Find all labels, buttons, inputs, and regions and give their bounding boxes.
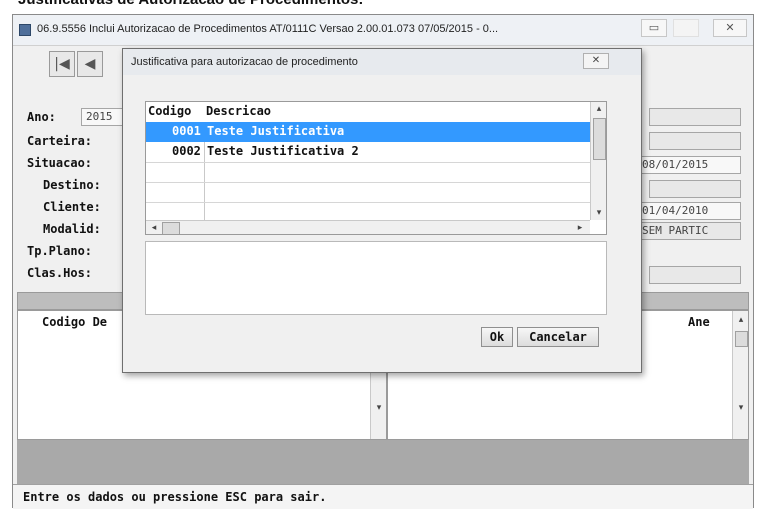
scroll-down-icon[interactable]: ▾ (733, 401, 749, 415)
label-ano: Ano: (27, 110, 56, 124)
cancel-button[interactable]: Cancelar (517, 327, 599, 347)
app-icon (19, 24, 31, 36)
table-row[interactable]: 0002 Teste Justificativa 2 (146, 142, 590, 162)
row-divider (146, 182, 590, 183)
first-record-button[interactable]: |◀ (49, 51, 75, 77)
window-title: 06.9.5556 Inclui Autorizacao de Procedim… (37, 23, 499, 35)
right-field-top[interactable] (649, 108, 741, 126)
lower-gray-panel (17, 440, 749, 484)
scroll-down-icon[interactable]: ▾ (591, 206, 606, 220)
previous-record-button[interactable]: ◀ (77, 51, 103, 77)
column-header-descricao: Descricao (206, 104, 272, 118)
row-divider (146, 202, 590, 203)
scroll-right-icon[interactable]: ▸ (572, 221, 588, 234)
label-modalid: Modalid: (43, 222, 101, 236)
column-header-codigo: Codigo (148, 104, 192, 118)
label-destino: Destino: (43, 178, 101, 192)
label-carteira: Carteira: (27, 134, 93, 148)
situacao-date-field[interactable]: 08/01/2015 (637, 156, 741, 174)
scroll-down-icon[interactable]: ▾ (371, 401, 387, 415)
column-divider (204, 142, 205, 220)
right-field-destino[interactable] (649, 180, 741, 198)
justificativa-memo[interactable] (145, 241, 607, 315)
minimize-button[interactable]: ▭ (641, 19, 667, 37)
scroll-thumb-horizontal[interactable] (162, 222, 180, 234)
scroll-left-icon[interactable]: ◂ (146, 221, 162, 234)
row-codigo: 0002 (172, 144, 201, 158)
right-field-carteira[interactable] (649, 132, 741, 150)
table-row[interactable]: 0001 Teste Justificativa (146, 122, 590, 142)
row-divider (146, 162, 590, 163)
label-situacao: Situacao: (27, 156, 93, 170)
label-clas-hos: Clas.Hos: (27, 266, 93, 280)
label-cliente: Cliente: (43, 200, 101, 214)
right-field-clas-hos[interactable] (649, 266, 741, 284)
row-descricao: Teste Justificativa (207, 124, 345, 138)
scroll-up-icon[interactable]: ▴ (733, 313, 749, 327)
row-descricao: Teste Justificativa 2 (207, 144, 359, 158)
page-caption: Justificativas de Autorizacao de Procedi… (0, 0, 758, 9)
status-text: Entre os dados ou pressione ESC para sai… (23, 490, 327, 504)
dialog-close-button[interactable]: ✕ (583, 53, 609, 69)
lower-right-scrollbar[interactable]: ▴ ▾ (732, 311, 748, 439)
label-tp-plano: Tp.Plano: (27, 244, 93, 258)
dialog-title: Justificativa para autorizacao de proced… (131, 56, 358, 68)
status-bar: Entre os dados ou pressione ESC para sai… (13, 484, 753, 509)
modalid-field[interactable]: SEM PARTIC (637, 222, 741, 240)
dialog-title-bar: Justificativa para autorizacao de proced… (123, 49, 641, 75)
grid-vertical-scrollbar[interactable]: ▴ ▾ (590, 102, 606, 220)
lower-grid-header-ane: Ane (688, 315, 710, 329)
close-button[interactable]: ✕ (713, 19, 747, 37)
title-bar: 06.9.5556 Inclui Autorizacao de Procedim… (13, 15, 753, 46)
ano-field[interactable]: 2015 (81, 108, 127, 126)
scroll-up-icon[interactable]: ▴ (591, 102, 606, 116)
justificativa-dialog: Justificativa para autorizacao de proced… (122, 48, 642, 373)
scroll-thumb[interactable] (735, 331, 748, 347)
justificativa-grid[interactable]: Codigo Descricao 0001 Teste Justificativ… (145, 101, 607, 235)
lower-grid-header-codigo: Codigo De (42, 315, 108, 329)
grid-horizontal-scrollbar[interactable]: ◂ ▸ (146, 220, 590, 234)
scroll-thumb[interactable] (593, 118, 606, 160)
maximize-button[interactable] (673, 19, 699, 37)
row-codigo: 0001 (172, 124, 201, 138)
cliente-date-field[interactable]: 01/04/2010 (637, 202, 741, 220)
ok-button[interactable]: Ok (481, 327, 513, 347)
